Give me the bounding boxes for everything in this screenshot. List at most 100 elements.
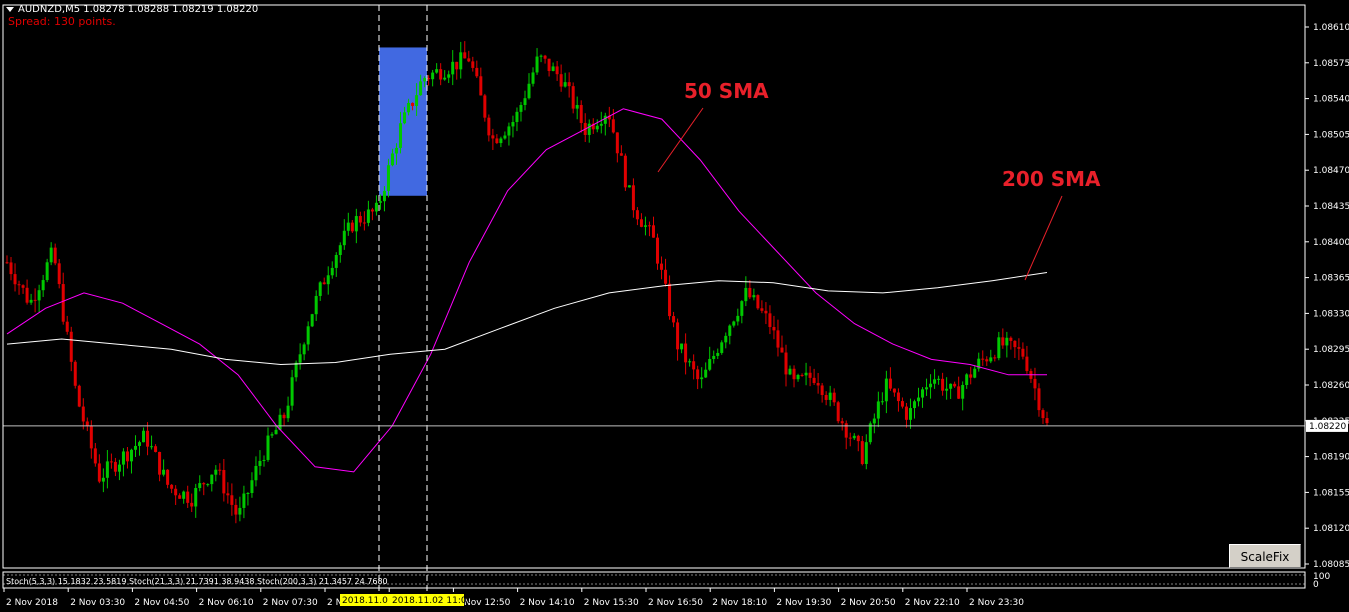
candle-body: [226, 493, 230, 496]
candle-body: [53, 247, 57, 264]
y-tick-label: 1.08190: [1313, 453, 1349, 463]
candle-body: [929, 383, 933, 388]
candle-body: [29, 299, 33, 303]
candle-body: [1013, 340, 1017, 348]
candle-body: [121, 451, 125, 465]
candle-body: [656, 237, 660, 264]
candle-body: [431, 72, 435, 80]
candle-body: [350, 222, 354, 232]
candle-body: [704, 369, 708, 378]
candle-body: [499, 138, 503, 144]
y-tick-label: 1.08540: [1313, 95, 1349, 105]
candle-body: [45, 262, 49, 281]
candle-body: [957, 386, 961, 399]
candle-body: [1005, 337, 1009, 346]
candle-body: [394, 147, 398, 154]
candle-body: [708, 358, 712, 370]
candle-body: [744, 287, 748, 302]
candle-body: [547, 58, 551, 71]
candle-body: [129, 449, 133, 462]
candle-body: [85, 421, 89, 426]
candle-body: [467, 58, 471, 62]
candle-body: [286, 405, 290, 419]
chart-window[interactable]: 1.08610 1.08575 1.08540 1.08505 1.08470 1.084…: [0, 0, 1349, 612]
y-tick-label: 1.08085: [1313, 560, 1349, 570]
dropdown-triangle-icon[interactable]: [6, 6, 14, 12]
candle-body: [647, 225, 651, 227]
annotation-50-sma: 50 SMA: [684, 79, 769, 103]
candle-body: [1001, 337, 1005, 346]
candle-body: [836, 402, 840, 422]
candle-body: [788, 368, 792, 375]
candle-body: [427, 78, 431, 80]
candle-body: [567, 82, 571, 87]
x-tick-label: 2 Nov 2018: [6, 598, 58, 608]
candle-body: [635, 210, 639, 220]
y-tick-label: 1.08400: [1313, 238, 1349, 248]
candle-body: [503, 135, 507, 139]
candle-body: [33, 299, 37, 301]
candle-body: [318, 282, 322, 296]
candle-body: [756, 295, 760, 309]
candle-body: [824, 394, 828, 400]
candle-body: [246, 493, 250, 495]
y-tick-label: 1.08575: [1313, 59, 1349, 69]
candle-body: [820, 385, 824, 395]
scalefix-button[interactable]: ScaleFix: [1229, 544, 1301, 568]
y-tick-label: 1.08295: [1313, 345, 1349, 355]
candle-body: [182, 491, 186, 499]
candle-body: [535, 56, 539, 73]
candle-body: [435, 69, 439, 73]
x-tick-label: 2 Nov 03:30: [70, 598, 125, 608]
candle-body: [366, 209, 370, 223]
candle-body: [1033, 378, 1037, 389]
candle-body: [174, 488, 178, 496]
candle-body: [290, 377, 294, 406]
candle-body: [852, 435, 856, 439]
candle-body: [73, 361, 77, 386]
candle-body: [921, 389, 925, 398]
candle-body: [258, 460, 262, 466]
candle-body: [382, 190, 386, 202]
candle-body: [113, 461, 117, 472]
candle-body: [603, 115, 607, 124]
candle-body: [724, 335, 728, 343]
candle-body: [808, 372, 812, 378]
candle-body: [792, 368, 796, 380]
candle-body: [736, 315, 740, 322]
candle-body: [748, 287, 752, 298]
candle-body: [812, 377, 816, 384]
x-tick-label: 2 Nov 06:10: [199, 598, 254, 608]
candle-body: [358, 216, 362, 223]
candle-body: [455, 61, 459, 70]
candle-body: [419, 81, 423, 96]
candle-body: [443, 77, 447, 80]
candle-body: [872, 418, 876, 424]
candle-body: [937, 378, 941, 380]
candle-body: [294, 362, 298, 378]
candle-body: [451, 61, 455, 75]
candle-body: [828, 392, 832, 400]
candle-body: [917, 397, 921, 402]
candle-body: [69, 331, 73, 362]
candle-body: [399, 123, 403, 148]
candle-body: [860, 441, 864, 464]
y-tick-label: 1.08435: [1313, 202, 1349, 212]
chart-header: AUDNZD,M5 1.08278 1.08288 1.08219 1.0822…: [6, 4, 258, 15]
candle-body: [780, 347, 784, 353]
candle-body: [162, 469, 166, 475]
candle-body: [9, 262, 13, 275]
candle-body: [206, 484, 210, 486]
candle-body: [896, 392, 900, 402]
candle-body: [507, 126, 511, 136]
candle-body: [668, 283, 672, 317]
candle-body: [551, 66, 555, 71]
candle-body: [571, 86, 575, 109]
price-chart[interactable]: 1.08610 1.08575 1.08540 1.08505 1.08470 1.084…: [0, 0, 1349, 612]
candle-body: [298, 354, 302, 363]
candle-body: [214, 469, 218, 475]
candle-body: [262, 459, 266, 461]
x-tick-label: 2 Nov 16:50: [648, 598, 703, 608]
candle-body: [527, 83, 531, 99]
candle-body: [459, 52, 463, 70]
